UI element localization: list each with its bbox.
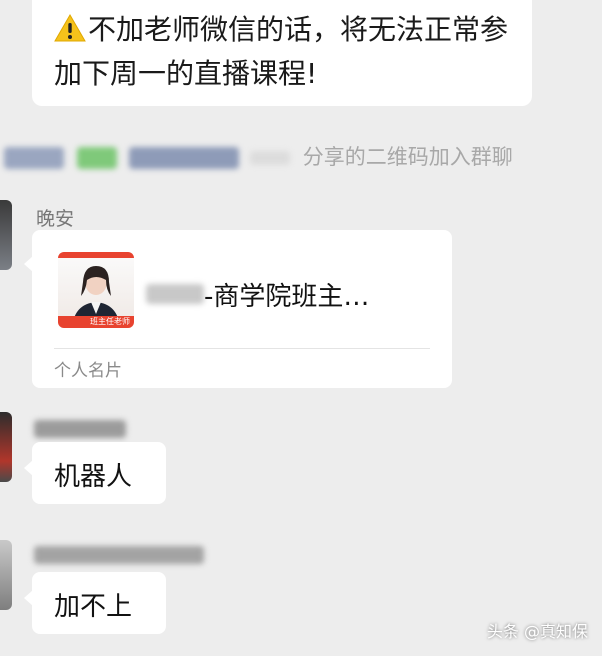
blurred-gap [250,151,291,165]
contact-card-name: -商学院班主… [204,282,370,312]
avatar[interactable] [0,412,12,482]
message-text: 机器人 [54,462,133,492]
announcement-bubble: 不加老师微信的话，将无法正常参加下周一的直播课程! [32,0,532,106]
blurred-green-tag [76,147,117,169]
system-notice-text: 分享的二维码加入群聊 [302,145,513,169]
contact-card-photo: 班主任老师 [58,252,134,328]
announcement-text-block: 不加老师微信的话，将无法正常参加下周一的直播课程! [54,8,524,96]
blurred-card-prefix [146,284,204,304]
sender-name: 晚安 [36,208,75,230]
message-bubble[interactable]: 机器人 [32,442,166,504]
contact-card-label: 个人名片 [54,361,122,381]
announcement-text: 不加老师微信的话，将无法正常参加下周一的直播课程! [54,13,509,90]
blurred-sender-name [34,546,204,564]
photo-caption: 班主任老师 [90,317,130,326]
blurred-inviter [4,147,64,169]
avatar[interactable] [0,200,12,270]
warning-icon [54,14,86,42]
card-divider [54,348,430,349]
system-notice: 分享的二维码加入群聊 [0,140,602,174]
message-text: 加不上 [54,592,133,622]
watermark: 头条 @真知保 [486,622,588,641]
blurred-sender-name [34,420,126,438]
avatar[interactable] [0,540,12,610]
contact-card[interactable]: 班主任老师 -商学院班主… 个人名片 [32,230,452,388]
blurred-invitee [129,147,240,169]
message-bubble[interactable]: 加不上 [32,572,166,634]
